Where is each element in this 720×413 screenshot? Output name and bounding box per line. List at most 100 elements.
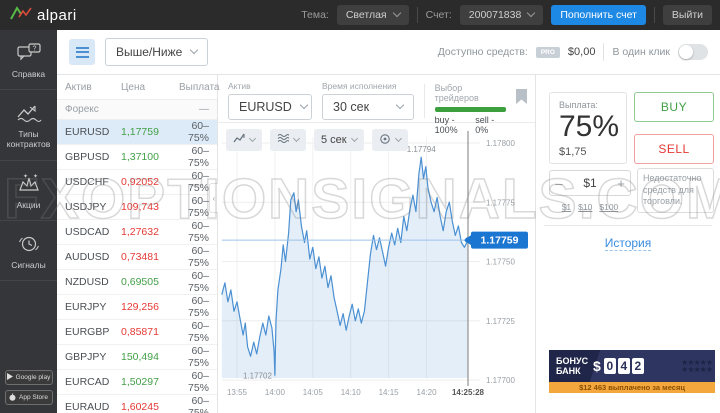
traders-choice-bar [435,107,506,112]
history-link[interactable]: История [605,236,652,251]
asset-row-audusd[interactable]: AUDUSD0,7348160–75% [57,245,217,270]
asset-row-eurgbp[interactable]: EURGBP0,8587160–75% [57,320,217,345]
google-play-badge[interactable]: Google play [5,370,53,385]
asset-price: 150,494 [121,351,179,363]
col-price: Цена [121,82,179,93]
quick-amount-10[interactable]: $10 [578,202,592,212]
amount-stepper: – $1 + [549,170,631,196]
asset-select[interactable]: EURUSD [228,94,312,120]
payout-label: Выплата: [559,100,617,110]
sidebar-item-help[interactable]: ? Справка [0,30,57,90]
timeframe-select[interactable]: 5 сек [314,129,364,151]
quick-amount-1[interactable]: $1 [562,202,571,212]
theme-select[interactable]: Светлая [337,5,409,25]
asset-row-eurcad[interactable]: EURCAD1,5029760–75% [57,370,217,395]
chart-settings-select[interactable] [372,129,408,151]
asset-row-nzdusd[interactable]: NZDUSD0,6950560–75% [57,270,217,295]
asset-symbol: EURCAD [65,376,121,388]
app-root: alpari Тема: Светлая Счет: 200071838 Поп… [0,0,720,413]
svg-text:1.17794: 1.17794 [407,145,436,154]
svg-text:✦: ✦ [33,173,38,180]
deposit-button[interactable]: Пополнить счет [551,5,646,25]
banner-title: БОНУС БАНК [549,356,593,377]
asset-row-usdjpy[interactable]: USDJPY109,74360–75% [57,195,217,220]
expiry-select-value: 30 сек [333,100,369,114]
chart-header: Актив EURUSD Время исполнения 30 сек [218,75,535,123]
indicators-select[interactable] [270,129,306,151]
account-number: 200071838 [469,9,522,21]
banner-footer: $12 463 выплачено за месяц [549,382,715,393]
menu-button[interactable] [69,39,95,65]
asset-symbol: EURUSD [65,126,121,138]
asset-row-euraud[interactable]: EURAUD1,6024560–75% [57,395,217,413]
asset-row-usdchf[interactable]: USDCHF0,9205260–75% [57,170,217,195]
svg-text:✦: ✦ [23,173,28,180]
sidebar-item-label: Акции [3,200,54,210]
contract-type-select[interactable]: Выше/Ниже [105,38,208,66]
sidebar-item-label: Типы контрактов [3,129,54,149]
collapse-assets-icon[interactable]: ‹ [209,183,218,213]
asset-row-gbpusd[interactable]: GBPUSD1,3710060–75% [57,145,217,170]
asset-price: 1,50297 [121,376,179,388]
header-divider [654,7,655,23]
trade-panel-divider [544,225,712,226]
header-divider [417,7,418,23]
asset-list-panel: Актив Цена Выплата Форекс — EURUSD1,1775… [57,75,218,413]
asset-symbol: EURGBP [65,326,121,338]
col-asset: Актив [65,82,121,93]
sidebar-item-signals[interactable]: Сигналы [0,221,57,281]
svg-text:14:05: 14:05 [303,388,324,397]
sidebar-item-promotions[interactable]: ✦ ✦ Акции [0,161,57,221]
asset-select-value: EURUSD [239,100,292,114]
price-chart: 1.177941.177021.178001.177751.177501.177… [218,123,535,413]
bonus-bank-banner[interactable]: БОНУС БАНК $ 0 4 2 ★★★★★ ★★★ [549,350,715,393]
svg-text:14:20: 14:20 [417,388,438,397]
store-badge-label: App Store [19,394,48,401]
app-store-badge[interactable]: App Store [5,390,53,405]
asset-row-eurusd[interactable]: EURUSD1,1775960–75% [57,120,217,145]
quick-amount-100[interactable]: $100 [599,202,618,212]
expiry-select[interactable]: 30 сек [322,94,414,120]
funds-value: $0,00 [568,46,596,58]
buy-button[interactable]: BUY [634,92,714,122]
bookmark-icon[interactable] [516,89,527,107]
asset-table-header: Актив Цена Выплата [57,75,217,100]
asset-row-gbpjpy[interactable]: GBPJPY150,49460–75% [57,345,217,370]
svg-text:1.17725: 1.17725 [486,317,515,326]
chart-type-select[interactable] [226,129,262,151]
asset-row-usdcad[interactable]: USDCAD1,2763260–75% [57,220,217,245]
timeframe-value: 5 сек [321,134,347,146]
signals-icon [3,232,54,256]
alpari-logo-icon [10,5,32,26]
settings-icon [379,133,391,148]
one-click-toggle[interactable] [678,44,708,60]
payout-box: Выплата: 75% $1,75 [549,92,627,164]
asset-price: 109,743 [121,201,179,213]
account-select[interactable]: 200071838 [460,5,544,25]
stars-icon: ★★★★★ ★★★★★ [681,359,712,373]
sidebar-item-contract-types[interactable]: Типы контрактов [0,90,57,160]
line-chart-icon [233,133,245,147]
amount-decrease-button[interactable]: – [550,171,568,195]
asset-payout: 60–75% [179,195,209,219]
logout-button[interactable]: Выйти [663,5,712,25]
logo[interactable]: alpari [10,5,77,26]
amount-increase-button[interactable]: + [612,171,630,195]
theme-label: Тема: [301,9,329,21]
asset-symbol: EURJPY [65,301,121,313]
asset-row-eurjpy[interactable]: EURJPY129,25660–75% [57,295,217,320]
asset-price: 0,92052 [121,176,179,188]
toolbar-divider [603,43,604,61]
google-play-icon [7,373,13,382]
chart-area: 5 сек 1.177941.177021.178001.177751.1775… [218,123,535,413]
trade-panel: Выплата: 75% $1,75 BUY SELL – $1 + $1 $1… [535,75,720,413]
group-collapse-icon: — [199,104,209,115]
asset-symbol: GBPUSD [65,151,121,163]
svg-text:13:55: 13:55 [227,388,248,397]
asset-payout: 60–75% [179,295,209,319]
sell-button[interactable]: SELL [634,134,714,164]
asset-group-forex[interactable]: Форекс — [57,100,217,120]
banner-counter: $ 0 4 2 [593,358,644,374]
asset-symbol: AUDUSD [65,251,121,263]
indicators-icon [277,133,289,147]
